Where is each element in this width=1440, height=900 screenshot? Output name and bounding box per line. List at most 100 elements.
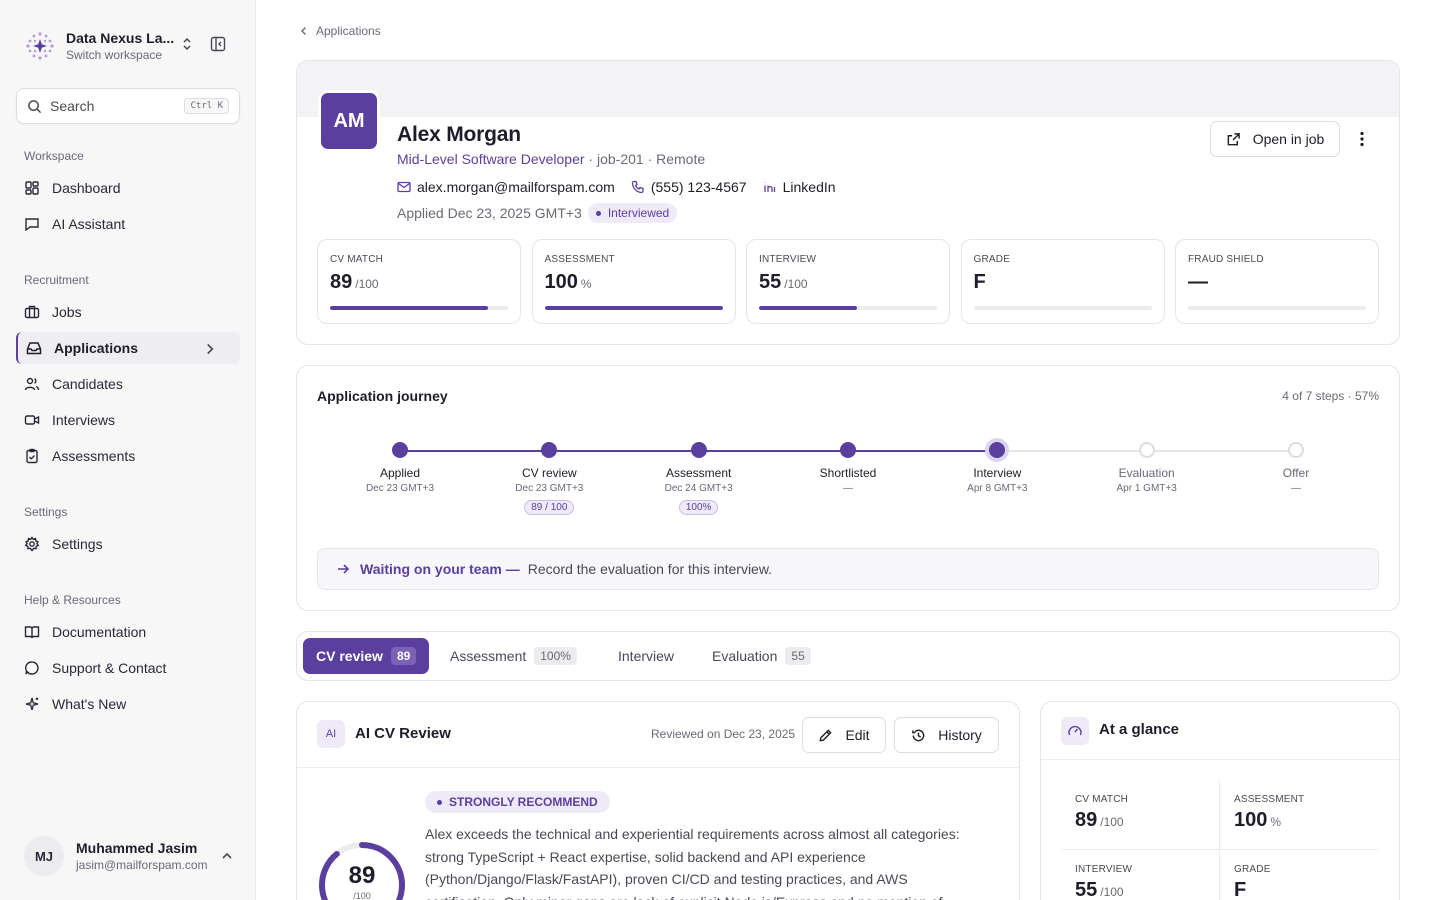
step-name: Assessment xyxy=(665,466,732,480)
phone-contact[interactable]: (555) 123-4567 xyxy=(631,179,747,195)
book-open-icon xyxy=(24,626,40,639)
metric-value: 89 xyxy=(330,271,353,293)
sidebar-item-jobs[interactable]: Jobs xyxy=(16,296,240,328)
dashboard-icon xyxy=(25,181,39,195)
edit-label: Edit xyxy=(845,727,870,743)
step-date: — xyxy=(843,483,853,494)
chevron-right-icon xyxy=(207,343,214,355)
sidebar-item-support[interactable]: Support & Contact xyxy=(16,652,240,684)
candidate-role-line: Mid-Level Software Developer · job-201 ·… xyxy=(397,151,705,167)
step-dot xyxy=(541,442,558,458)
glance-divider xyxy=(1041,759,1399,760)
journey-step[interactable]: Interview Apr 8 GMT+3 xyxy=(927,442,1067,494)
tab-evaluation[interactable]: Evaluation 55 xyxy=(699,638,824,674)
history-icon xyxy=(912,729,925,741)
glance-cell: ASSESSMENT 100% xyxy=(1220,780,1379,850)
status-badge: Interviewed xyxy=(587,203,678,223)
section-workspace: Workspace xyxy=(24,149,84,163)
metric-value: — xyxy=(1188,271,1208,293)
sidebar-item-assessments[interactable]: Assessments xyxy=(16,440,240,472)
sidebar-item-candidates[interactable]: Candidates xyxy=(16,368,240,400)
workspace-logo-icon xyxy=(24,30,56,62)
journey-step[interactable]: CV review Dec 23 GMT+3 89 / 100 xyxy=(479,442,619,515)
tab-count-badge: 55 xyxy=(785,647,811,665)
sidebar-item-label: Jobs xyxy=(52,304,82,320)
journey-step[interactable]: Applied Dec 23 GMT+3 xyxy=(330,442,470,494)
workspace-switcher[interactable]: Data Nexus La... Switch workspace xyxy=(24,26,234,66)
journey-step[interactable]: Shortlisted — xyxy=(778,442,918,494)
metric-card: INTERVIEW 55/100 xyxy=(746,239,950,324)
sidebar-item-documentation[interactable]: Documentation xyxy=(16,616,240,648)
sidebar-item-label: Documentation xyxy=(52,624,147,640)
journey-title: Application journey xyxy=(317,388,448,404)
chevron-up-icon[interactable] xyxy=(220,849,234,863)
sparkles-icon xyxy=(25,697,39,711)
glance-value: 89 xyxy=(1075,809,1098,831)
metric-label: ASSESSMENT xyxy=(544,254,615,265)
metric-value: 55 xyxy=(759,271,782,293)
ai-badge: AI xyxy=(317,720,345,748)
linkedin-contact[interactable]: LinkedIn xyxy=(763,179,836,195)
metric-value-row: 55/100 xyxy=(759,271,937,294)
search-input[interactable] xyxy=(50,98,170,114)
application-journey-card: Application journey 4 of 7 steps · 57% A… xyxy=(296,365,1400,611)
more-options-icon[interactable] xyxy=(1352,129,1372,149)
metric-value-row: 89/100 xyxy=(330,271,508,294)
search-box[interactable]: Ctrl K xyxy=(16,88,240,124)
chat-icon xyxy=(25,218,39,232)
applied-line: Applied Dec 23, 2025 GMT+3 Interviewed xyxy=(397,203,678,223)
edit-button[interactable]: Edit xyxy=(802,717,886,753)
gauge-value: 89 xyxy=(348,862,376,889)
glance-value-row: F xyxy=(1234,879,1365,900)
glance-value-row: 55/100 xyxy=(1075,879,1205,900)
sidebar-item-ai-assistant[interactable]: AI Assistant xyxy=(16,208,240,240)
tab-assessment[interactable]: Assessment 100% xyxy=(437,638,590,674)
step-date: — xyxy=(1291,483,1301,494)
mail-icon xyxy=(397,181,411,193)
tab-interview[interactable]: Interview xyxy=(605,638,687,674)
glance-cell: INTERVIEW 55/100 xyxy=(1061,850,1220,900)
journey-step[interactable]: Assessment Dec 24 GMT+3 100% xyxy=(629,442,769,515)
gear-icon xyxy=(24,536,40,552)
tab-count-badge: 100% xyxy=(534,647,577,665)
sidebar-item-label: Support & Contact xyxy=(52,660,167,676)
sidebar-item-interviews[interactable]: Interviews xyxy=(16,404,240,436)
tab-cv-review[interactable]: CV review 89 xyxy=(303,638,430,674)
glance-value-row: 100% xyxy=(1234,809,1365,832)
sidebar-item-whats-new[interactable]: What's New xyxy=(16,688,240,720)
metric-bar xyxy=(973,306,1152,310)
breadcrumb-link[interactable]: Applications xyxy=(316,24,381,38)
avatar: MJ xyxy=(24,836,64,876)
glance-label: CV MATCH xyxy=(1075,794,1129,805)
chevron-left-icon xyxy=(301,27,306,35)
metric-card: FRAUD SHIELD — xyxy=(1175,239,1379,324)
metric-bar-fill xyxy=(759,306,857,310)
sidebar-item-settings[interactable]: Settings xyxy=(16,528,240,560)
metric-value-row: F xyxy=(974,271,1152,294)
step-score-badge: 89 / 100 xyxy=(524,500,575,515)
history-button[interactable]: History xyxy=(894,717,999,753)
tab-count-badge: 89 xyxy=(390,647,417,665)
email-contact[interactable]: alex.morgan@mailforspam.com xyxy=(397,179,615,195)
user-name: Muhammed Jasim xyxy=(76,840,198,856)
journey-step[interactable]: Evaluation Apr 1 GMT+3 xyxy=(1077,442,1217,494)
search-shortcut: Ctrl K xyxy=(184,98,229,114)
step-name: Applied xyxy=(379,466,421,480)
status-dot xyxy=(595,210,601,216)
glance-value: F xyxy=(1234,879,1247,900)
step-name: Evaluation xyxy=(1118,466,1175,480)
metric-value: F xyxy=(973,271,986,293)
waiting-notice[interactable]: Waiting on your team — Record the evalua… xyxy=(317,548,1379,590)
breadcrumb[interactable]: Applications xyxy=(298,24,381,38)
candidate-name: Alex Morgan xyxy=(397,123,521,146)
sidebar-item-applications[interactable]: Applications xyxy=(16,332,240,364)
tab-label: Interview xyxy=(618,648,675,664)
sidebar-collapse-icon[interactable] xyxy=(210,36,226,52)
sidebar-item-dashboard[interactable]: Dashboard xyxy=(16,172,240,204)
open-in-job-button[interactable]: Open in job xyxy=(1210,121,1340,157)
user-menu[interactable]: MJ Muhammed Jasim jasim@mailforspam.com xyxy=(24,836,240,876)
metric-label: GRADE xyxy=(973,254,1011,265)
chevron-up-down-icon[interactable] xyxy=(180,36,194,52)
candidate-role[interactable]: Mid-Level Software Developer xyxy=(397,151,585,167)
journey-step[interactable]: Offer — xyxy=(1226,442,1366,494)
